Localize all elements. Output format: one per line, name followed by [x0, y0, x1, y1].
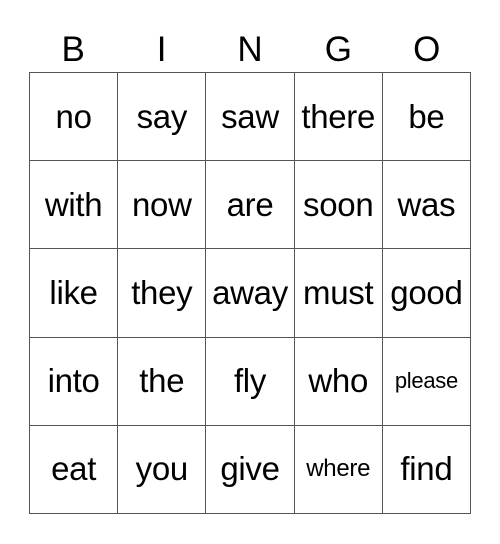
- bingo-cell[interactable]: fly: [206, 337, 295, 426]
- bingo-cell[interactable]: good: [382, 249, 471, 338]
- header-letter-o: O: [413, 30, 441, 69]
- bingo-header: B I N G O: [29, 30, 471, 70]
- header-letter-b: B: [61, 30, 85, 69]
- bingo-cell[interactable]: eat: [30, 425, 119, 514]
- bingo-cell[interactable]: saw: [206, 73, 295, 162]
- bingo-card-grid: no say saw there be with now are soon wa…: [29, 72, 471, 514]
- bingo-cell[interactable]: you: [118, 425, 207, 514]
- bingo-cell[interactable]: now: [118, 161, 207, 250]
- bingo-cell[interactable]: away: [206, 249, 295, 338]
- bingo-cell[interactable]: into: [30, 337, 119, 426]
- bingo-cell[interactable]: no: [30, 73, 119, 162]
- bingo-cell[interactable]: like: [30, 249, 119, 338]
- bingo-cell[interactable]: give: [206, 425, 295, 514]
- bingo-cell[interactable]: find: [382, 425, 471, 514]
- bingo-cell[interactable]: please: [382, 337, 471, 426]
- bingo-cell[interactable]: where: [294, 425, 383, 514]
- bingo-cell[interactable]: the: [118, 337, 207, 426]
- bingo-cell[interactable]: there: [294, 73, 383, 162]
- bingo-cell[interactable]: was: [382, 161, 471, 250]
- bingo-cell[interactable]: who: [294, 337, 383, 426]
- header-letter-i: I: [156, 30, 167, 69]
- header-letter-n: N: [237, 30, 263, 69]
- bingo-cell[interactable]: say: [118, 73, 207, 162]
- bingo-cell[interactable]: are: [206, 161, 295, 250]
- bingo-cell[interactable]: soon: [294, 161, 383, 250]
- header-letter-g: G: [324, 30, 352, 69]
- bingo-cell[interactable]: must: [294, 249, 383, 338]
- bingo-cell[interactable]: they: [118, 249, 207, 338]
- bingo-cell[interactable]: be: [382, 73, 471, 162]
- bingo-cell[interactable]: with: [30, 161, 119, 250]
